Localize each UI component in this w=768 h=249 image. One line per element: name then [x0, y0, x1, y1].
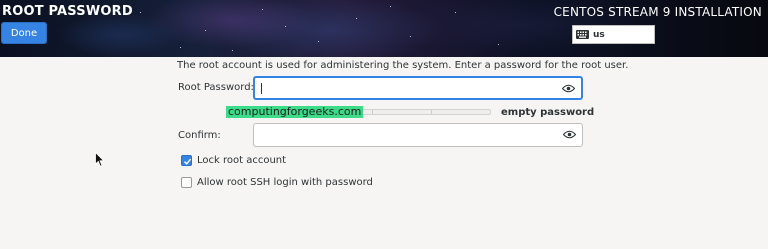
keyboard-layout-label: us: [593, 29, 605, 40]
installation-title: CENTOS STREAM 9 INSTALLATION: [553, 5, 762, 19]
page-title: ROOT PASSWORD: [2, 4, 133, 19]
intro-text: The root account is used for administeri…: [177, 60, 629, 71]
header-banner: ROOT PASSWORD Done CENTOS STREAM 9 INSTA…: [0, 0, 768, 57]
mouse-pointer-icon: [95, 152, 105, 167]
eye-icon[interactable]: [562, 84, 575, 93]
ssh-login-checkbox[interactable]: [181, 177, 192, 188]
confirm-password-input[interactable]: [253, 123, 583, 147]
checkmark-icon: [183, 158, 192, 165]
eye-icon[interactable]: [563, 130, 576, 139]
lock-root-label[interactable]: Lock root account: [197, 155, 286, 166]
done-button[interactable]: Done: [1, 22, 47, 44]
lock-root-checkbox[interactable]: [181, 155, 192, 166]
confirm-label: Confirm:: [178, 130, 221, 141]
text-caret: [261, 83, 262, 94]
password-strength-text: empty password: [501, 107, 595, 118]
root-password-label: Root Password:: [178, 82, 254, 93]
watermark-text: computingforgeeks.com: [226, 105, 364, 118]
root-password-input[interactable]: [253, 76, 583, 100]
keyboard-layout-indicator[interactable]: us: [572, 25, 655, 44]
ssh-login-label[interactable]: Allow root SSH login with password: [197, 177, 373, 188]
keyboard-icon: [576, 30, 589, 39]
